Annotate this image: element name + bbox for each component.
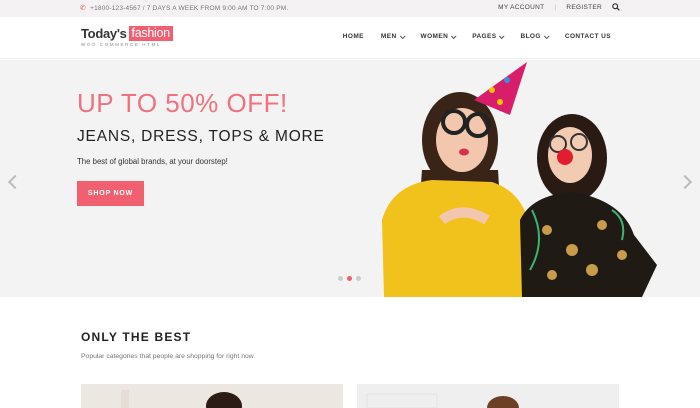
my-account-link[interactable]: MY ACCOUNT [498,4,544,11]
hero-slider: UP TO 50% OFF! JEANS, DRESS, TOPS & MORE… [0,60,700,297]
register-link[interactable]: REGISTER [566,4,602,11]
slider-prev-arrow-icon[interactable] [7,174,23,190]
nav-contact[interactable]: CONTACT US [565,33,611,40]
chevron-down-icon [451,32,457,39]
nav-men[interactable]: MEN [380,32,406,40]
slider-dot-1[interactable] [338,276,343,281]
nav-pages-label: PAGES [472,33,497,40]
logo-text: Today's [81,26,127,41]
category-card[interactable] [81,384,343,408]
hero-description: The best of global brands, at your doors… [77,157,228,166]
nav-women-label: WOMEN [420,33,449,40]
section-title: ONLY THE BEST [81,330,192,344]
nav-blog-label: BLOG [520,33,541,40]
search-icon[interactable] [612,3,620,11]
chevron-down-icon [499,32,506,39]
nav-blog[interactable]: BLOG [520,32,550,40]
account-links: MY ACCOUNT | REGISTER [498,3,620,11]
hero-image [382,62,657,297]
chevron-down-icon [399,32,406,39]
slider-dots [338,276,361,281]
phone-icon: ✆ [80,5,87,12]
contact-text: +1800-123-4567 / 7 DAYS A WEEK FROM 9:00… [90,4,289,12]
logo-brand: fashion [128,26,173,41]
top-bar: ✆ +1800-123-4567 / 7 DAYS A WEEK FROM 9:… [0,0,700,17]
shop-now-button[interactable]: SHOP NOW [77,181,144,206]
slider-next-arrow-icon[interactable] [677,174,693,190]
hero-subheadline: JEANS, DRESS, TOPS & MORE [77,128,325,145]
category-card[interactable] [357,384,619,408]
nav-men-label: MEN [380,33,397,40]
contact-info: ✆ +1800-123-4567 / 7 DAYS A WEEK FROM 9:… [80,4,289,13]
chevron-down-icon [543,32,550,39]
separator: | [554,3,557,11]
section-subtitle: Popular categories that people are shopp… [81,353,256,360]
nav-pages[interactable]: PAGES [472,32,506,40]
logo[interactable]: Today's fashion WOO COMMERCE HTML [81,26,173,47]
main-nav: HOME MEN WOMEN PAGES BLOG CONTACT US [343,32,611,40]
category-image [81,384,343,408]
hero-headline: UP TO 50% OFF! [77,88,288,118]
site-header: Today's fashion WOO COMMERCE HTML HOME M… [0,17,700,59]
category-image [357,384,619,408]
slider-dot-2[interactable] [347,276,352,281]
nav-home[interactable]: HOME [343,33,364,40]
nav-contact-label: CONTACT US [564,33,611,40]
logo-tagline: WOO COMMERCE HTML [81,42,161,47]
nav-women[interactable]: WOMEN [420,32,457,40]
nav-home-label: HOME [342,33,364,40]
slider-dot-3[interactable] [356,276,361,281]
